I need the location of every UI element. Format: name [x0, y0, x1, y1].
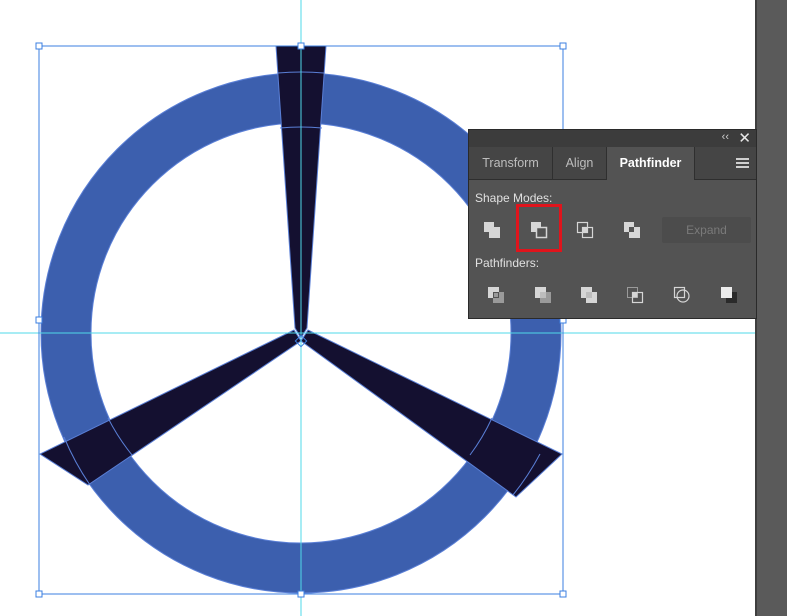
- tab-transform[interactable]: Transform: [469, 147, 553, 180]
- pathfinders-label: Pathfinders:: [475, 256, 540, 270]
- panel-tabbar: Transform Align Pathfinder: [469, 147, 756, 180]
- collapse-icon[interactable]: ‹‹: [722, 131, 729, 143]
- highlight-box: [516, 204, 562, 252]
- panel-titlebar[interactable]: ‹‹ ✕: [469, 130, 756, 147]
- trim-icon[interactable]: [530, 282, 556, 308]
- tab-align[interactable]: Align: [553, 147, 607, 180]
- shape-modes-label: Shape Modes:: [475, 191, 553, 205]
- pathfinder-panel[interactable]: ‹‹ ✕ Transform Align Pathfinder Shape Mo…: [468, 129, 757, 319]
- outline-icon[interactable]: [669, 282, 695, 308]
- expand-button[interactable]: Expand: [662, 217, 751, 243]
- unite-icon[interactable]: [479, 217, 505, 243]
- merge-icon[interactable]: [576, 282, 602, 308]
- intersect-icon[interactable]: [572, 217, 598, 243]
- minus-back-icon[interactable]: [716, 282, 742, 308]
- exclude-icon[interactable]: [619, 217, 645, 243]
- crop-icon[interactable]: [622, 282, 648, 308]
- divide-icon[interactable]: [483, 282, 509, 308]
- tab-pathfinder[interactable]: Pathfinder: [607, 147, 695, 180]
- panel-menu-icon[interactable]: [736, 158, 749, 168]
- right-panel-edge: [755, 0, 787, 616]
- close-icon[interactable]: ✕: [738, 129, 751, 147]
